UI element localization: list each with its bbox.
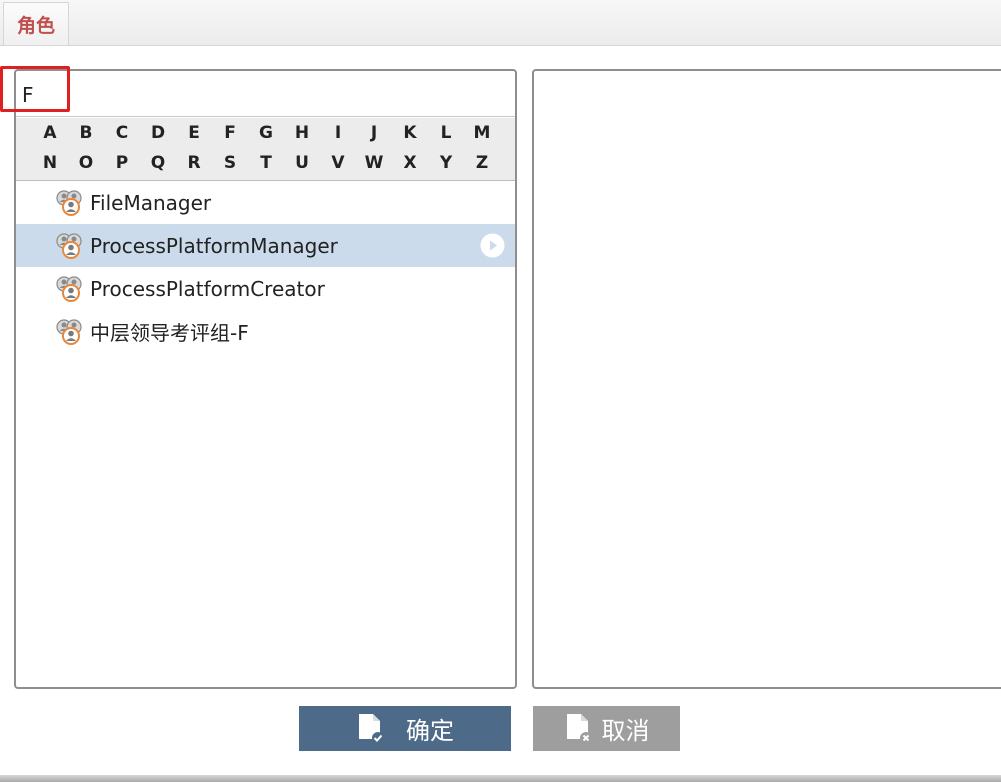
alphabet-letter-z[interactable]: Z	[464, 148, 500, 178]
alphabet-letter-d[interactable]: D	[140, 118, 176, 148]
confirm-button[interactable]: 确定	[299, 706, 511, 751]
search-box	[16, 71, 515, 117]
window-bottom-edge	[0, 775, 1001, 782]
cancel-button[interactable]: 取消	[533, 706, 680, 751]
confirm-button-label: 确定	[406, 717, 454, 745]
role-group-icon	[56, 275, 82, 302]
alphabet-letter-a[interactable]: A	[32, 118, 68, 148]
cancel-button-label: 取消	[601, 717, 650, 745]
alphabet-letter-w[interactable]: W	[356, 148, 392, 178]
role-label: 中层领导考评组-F	[90, 321, 249, 345]
alphabet-row-1: ABCDEFGHIJKLM	[32, 118, 500, 148]
selected-roles-panel	[532, 69, 1001, 689]
alphabet-letter-b[interactable]: B	[68, 118, 104, 148]
role-label: ProcessPlatformManager	[90, 233, 338, 258]
role-list-panel: ABCDEFGHIJKLM NOPQRSTUVWXYZ FileManager …	[14, 69, 517, 689]
alphabet-letter-l[interactable]: L	[428, 118, 464, 148]
role-group-icon	[56, 318, 82, 345]
alphabet-row-2: NOPQRSTUVWXYZ	[32, 148, 500, 178]
alphabet-letter-x[interactable]: X	[392, 148, 428, 178]
search-input[interactable]	[22, 81, 502, 109]
alphabet-letter-t[interactable]: T	[248, 148, 284, 178]
tab-bar: 角色	[0, 0, 1001, 46]
alphabet-filter: ABCDEFGHIJKLM NOPQRSTUVWXYZ	[16, 118, 515, 181]
alphabet-letter-m[interactable]: M	[464, 118, 500, 148]
tab-role[interactable]: 角色	[3, 2, 69, 45]
alphabet-letter-s[interactable]: S	[212, 148, 248, 178]
role-group-icon	[56, 232, 82, 259]
role-list-item[interactable]: ProcessPlatformManager	[16, 224, 515, 267]
alphabet-letter-e[interactable]: E	[176, 118, 212, 148]
alphabet-letter-f[interactable]: F	[212, 118, 248, 148]
alphabet-letter-v[interactable]: V	[320, 148, 356, 178]
document-check-icon	[359, 713, 384, 744]
alphabet-letter-y[interactable]: Y	[428, 148, 464, 178]
alphabet-letter-r[interactable]: R	[176, 148, 212, 178]
alphabet-letter-g[interactable]: G	[248, 118, 284, 148]
alphabet-letter-q[interactable]: Q	[140, 148, 176, 178]
role-label: FileManager	[90, 190, 212, 215]
play-circle-icon[interactable]	[480, 233, 505, 258]
role-group-icon	[56, 189, 82, 216]
alphabet-letter-c[interactable]: C	[104, 118, 140, 148]
role-list-item[interactable]: ProcessPlatformCreator	[16, 267, 515, 310]
alphabet-letter-u[interactable]: U	[284, 148, 320, 178]
alphabet-letter-i[interactable]: I	[320, 118, 356, 148]
alphabet-letter-h[interactable]: H	[284, 118, 320, 148]
alphabet-letter-k[interactable]: K	[392, 118, 428, 148]
document-cancel-icon	[566, 713, 592, 744]
role-list-item[interactable]: 中层领导考评组-F	[16, 310, 515, 353]
role-list: FileManager ProcessPlatformManager Proce…	[16, 181, 515, 353]
alphabet-letter-o[interactable]: O	[68, 148, 104, 178]
role-list-item[interactable]: FileManager	[16, 181, 515, 224]
alphabet-letter-j[interactable]: J	[356, 118, 392, 148]
alphabet-letter-p[interactable]: P	[104, 148, 140, 178]
role-label: ProcessPlatformCreator	[90, 276, 325, 301]
alphabet-letter-n[interactable]: N	[32, 148, 68, 178]
